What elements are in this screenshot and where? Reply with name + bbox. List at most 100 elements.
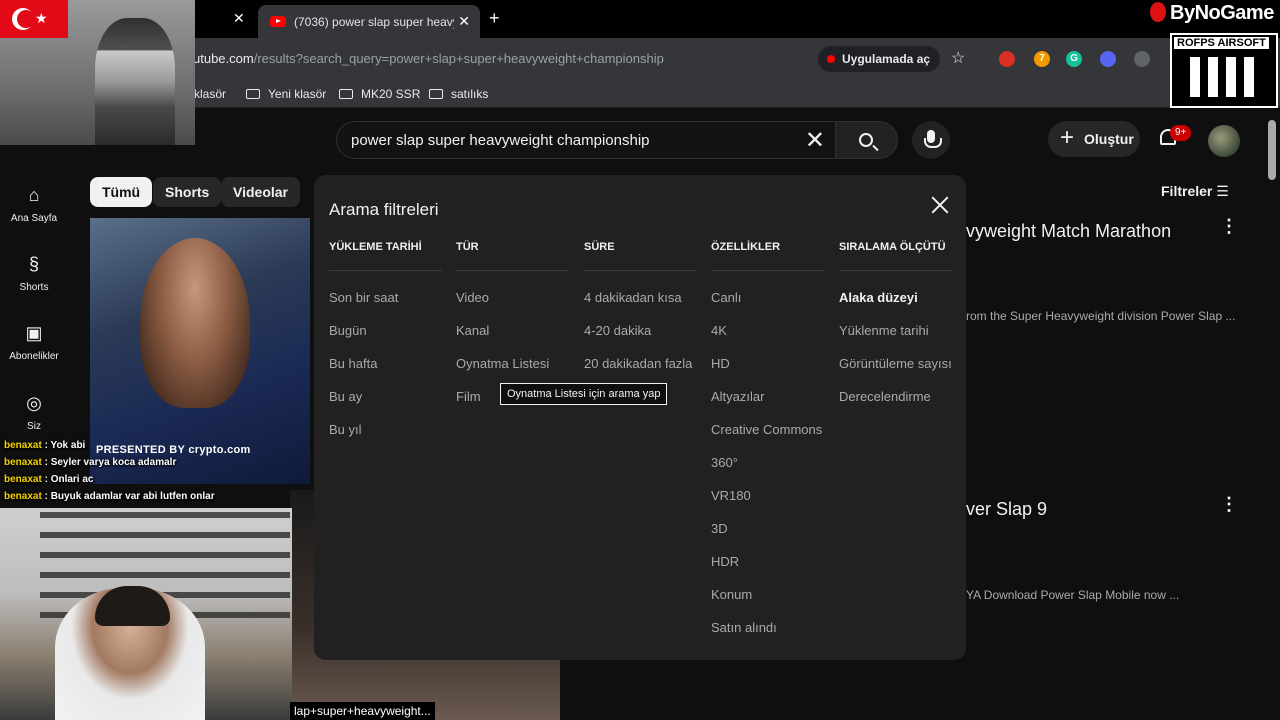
stream-chat: benaxat : Yok abi benaxat : Seyler varya… — [4, 440, 215, 508]
screen: ✕ (7036) power slap super heavy ✕ + utub… — [0, 0, 1280, 720]
chip-videos[interactable]: Videolar — [221, 177, 300, 207]
filter-option-selected[interactable]: Alaka düzeyi — [839, 288, 952, 321]
sponsor-name: ROFPS AIRSOFT — [1174, 37, 1269, 49]
page-scrollbar[interactable] — [1268, 120, 1276, 180]
search-icon — [859, 133, 873, 147]
filter-column-header: ÖZELLİKLER — [711, 241, 824, 271]
avatar[interactable] — [1208, 125, 1240, 157]
filter-option[interactable]: Altyazılar — [711, 387, 824, 420]
create-button[interactable]: Oluştur — [1048, 120, 1140, 157]
browser-tab-active[interactable]: (7036) power slap super heavy ✕ — [258, 5, 480, 38]
chip-shorts[interactable]: Shorts — [153, 177, 222, 207]
filter-option[interactable]: Son bir saat — [329, 288, 442, 321]
filter-option[interactable]: 4K — [711, 321, 824, 354]
filter-option[interactable]: Bu hafta — [329, 354, 442, 387]
close-tab-icon[interactable]: ✕ — [233, 10, 245, 27]
filter-column-header: SÜRE — [584, 241, 697, 271]
filters-button[interactable]: Filtreler ☰ — [1161, 183, 1229, 200]
bookmark-star-icon[interactable]: ☆ — [951, 48, 965, 68]
grammarly-icon[interactable]: G — [1066, 51, 1082, 67]
sidebar-item-you[interactable]: ◎ Siz — [0, 393, 68, 432]
filter-option[interactable]: HD — [711, 354, 824, 387]
extension-shield-icon[interactable] — [1134, 51, 1150, 67]
clear-search-icon[interactable]: ✕ — [805, 126, 825, 155]
filter-column-header: TÜR — [456, 241, 569, 271]
extension-bot-icon[interactable] — [1100, 51, 1116, 67]
filter-option[interactable]: Kanal — [456, 321, 569, 354]
filter-option[interactable]: 4-20 dakika — [584, 321, 697, 354]
chat-message: benaxat : Yok abi — [4, 440, 86, 451]
filter-option[interactable]: Creative Commons — [711, 420, 824, 453]
tab-title: (7036) power slap super heavy — [294, 14, 454, 29]
bookmark-folder[interactable]: MK20 SSR — [339, 87, 420, 101]
turkish-flag-icon: ★ — [0, 0, 68, 38]
notifications-badge: 9+ — [1170, 125, 1192, 141]
filter-option[interactable]: 3D — [711, 519, 824, 552]
brand-mark-icon — [1150, 2, 1166, 22]
filter-option[interactable]: Derecelendirme — [839, 387, 952, 420]
status-url: lap+super+heavyweight... — [290, 702, 435, 720]
youtube-favicon-icon — [270, 16, 286, 27]
filter-column-features: ÖZELLİKLER Canlı 4K HD Altyazılar Creati… — [711, 241, 824, 651]
folder-icon — [339, 89, 353, 99]
filter-option[interactable]: VR180 — [711, 486, 824, 519]
bookmark-folder[interactable]: Yeni klasör — [246, 87, 326, 101]
filter-column-sort-by: SIRALAMA ÖLÇÜTÜ Alaka düzeyi Yüklenme ta… — [839, 241, 952, 420]
filter-option[interactable]: Konum — [711, 585, 824, 618]
url-field[interactable]: utube.com/results?search_query=power+sla… — [193, 51, 664, 66]
new-tab-icon[interactable]: + — [489, 8, 500, 29]
home-icon: ⌂ — [28, 185, 40, 205]
search-button[interactable] — [836, 121, 898, 159]
more-options-icon[interactable]: ⋮ — [1220, 494, 1238, 515]
chip-all[interactable]: Tümü — [90, 177, 153, 207]
filter-option[interactable]: Satın alındı — [711, 618, 824, 651]
folder-icon — [246, 89, 260, 99]
url-domain: utube.com — [193, 51, 254, 66]
filter-option[interactable]: Bu yıl — [329, 420, 442, 453]
close-icon[interactable] — [928, 193, 952, 217]
sidebar-item-home[interactable]: ⌂ Ana Sayfa — [0, 185, 68, 224]
filter-column-upload-date: YÜKLEME TARİHİ Son bir saat Bugün Bu haf… — [329, 241, 442, 453]
more-options-icon[interactable]: ⋮ — [1220, 216, 1238, 237]
filter-column-header: YÜKLEME TARİHİ — [329, 241, 442, 271]
filter-option[interactable]: Bugün — [329, 321, 442, 354]
sidebar-item-shorts[interactable]: § Shorts — [0, 254, 68, 293]
bookmark-folder[interactable]: klasör — [194, 87, 226, 101]
dialog-title: Arama filtreleri — [329, 200, 439, 219]
soldiers-silhouette-icon — [1190, 57, 1262, 97]
voice-search-button[interactable] — [912, 121, 950, 159]
chat-message: benaxat : Onlari ac — [4, 474, 94, 485]
filter-option[interactable]: Bu ay — [329, 387, 442, 420]
sidebar-item-subscriptions[interactable]: ▣ Abonelikler — [0, 323, 68, 362]
result-title[interactable]: vyweight Match Marathon — [966, 221, 1171, 242]
result-title[interactable]: ver Slap 9 — [966, 499, 1047, 520]
search-input[interactable]: power slap super heavyweight championshi… — [336, 121, 836, 159]
filter-option[interactable]: 4 dakikadan kısa — [584, 288, 697, 321]
filter-option[interactable]: Görüntüleme sayısı — [839, 354, 952, 387]
extension-red-icon[interactable] — [999, 51, 1015, 67]
result-description: YA Download Power Slap Mobile now ... — [966, 588, 1180, 602]
filters-sliders-icon: ☰ — [1216, 183, 1229, 199]
you-icon: ◎ — [26, 393, 42, 413]
bookmark-folder[interactable]: satılıks — [429, 87, 488, 101]
subscriptions-icon: ▣ — [25, 323, 43, 343]
close-tab-icon[interactable]: ✕ — [458, 13, 470, 30]
chat-message: benaxat : Seyler varya koca adamalr — [4, 457, 177, 468]
filter-option[interactable]: Yüklenme tarihi — [839, 321, 952, 354]
webcam-overlay — [0, 508, 292, 720]
open-in-app-button[interactable]: Uygulamada aç — [818, 46, 941, 72]
search-filters-dialog: Arama filtreleri YÜKLEME TARİHİ Son bir … — [314, 175, 966, 660]
sponsor-logo: ROFPS AIRSOFT — [1170, 33, 1278, 108]
result-description: rom the Super Heavyweight division Power… — [966, 309, 1236, 323]
filter-option[interactable]: 360° — [711, 453, 824, 486]
shorts-icon: § — [28, 254, 39, 274]
filter-option[interactable]: HDR — [711, 552, 824, 585]
extension-badge-icon[interactable]: 7 — [1034, 51, 1050, 67]
portrait-figure — [95, 18, 175, 145]
search-query: power slap super heavyweight championshi… — [351, 132, 650, 149]
stream-brand-logo: ByNoGame — [1150, 2, 1274, 25]
thumbnail-person — [140, 238, 250, 408]
filter-option[interactable]: Canlı — [711, 288, 824, 321]
url-path: /results?search_query=power+slap+super+h… — [253, 51, 664, 66]
filter-option[interactable]: Video — [456, 288, 569, 321]
